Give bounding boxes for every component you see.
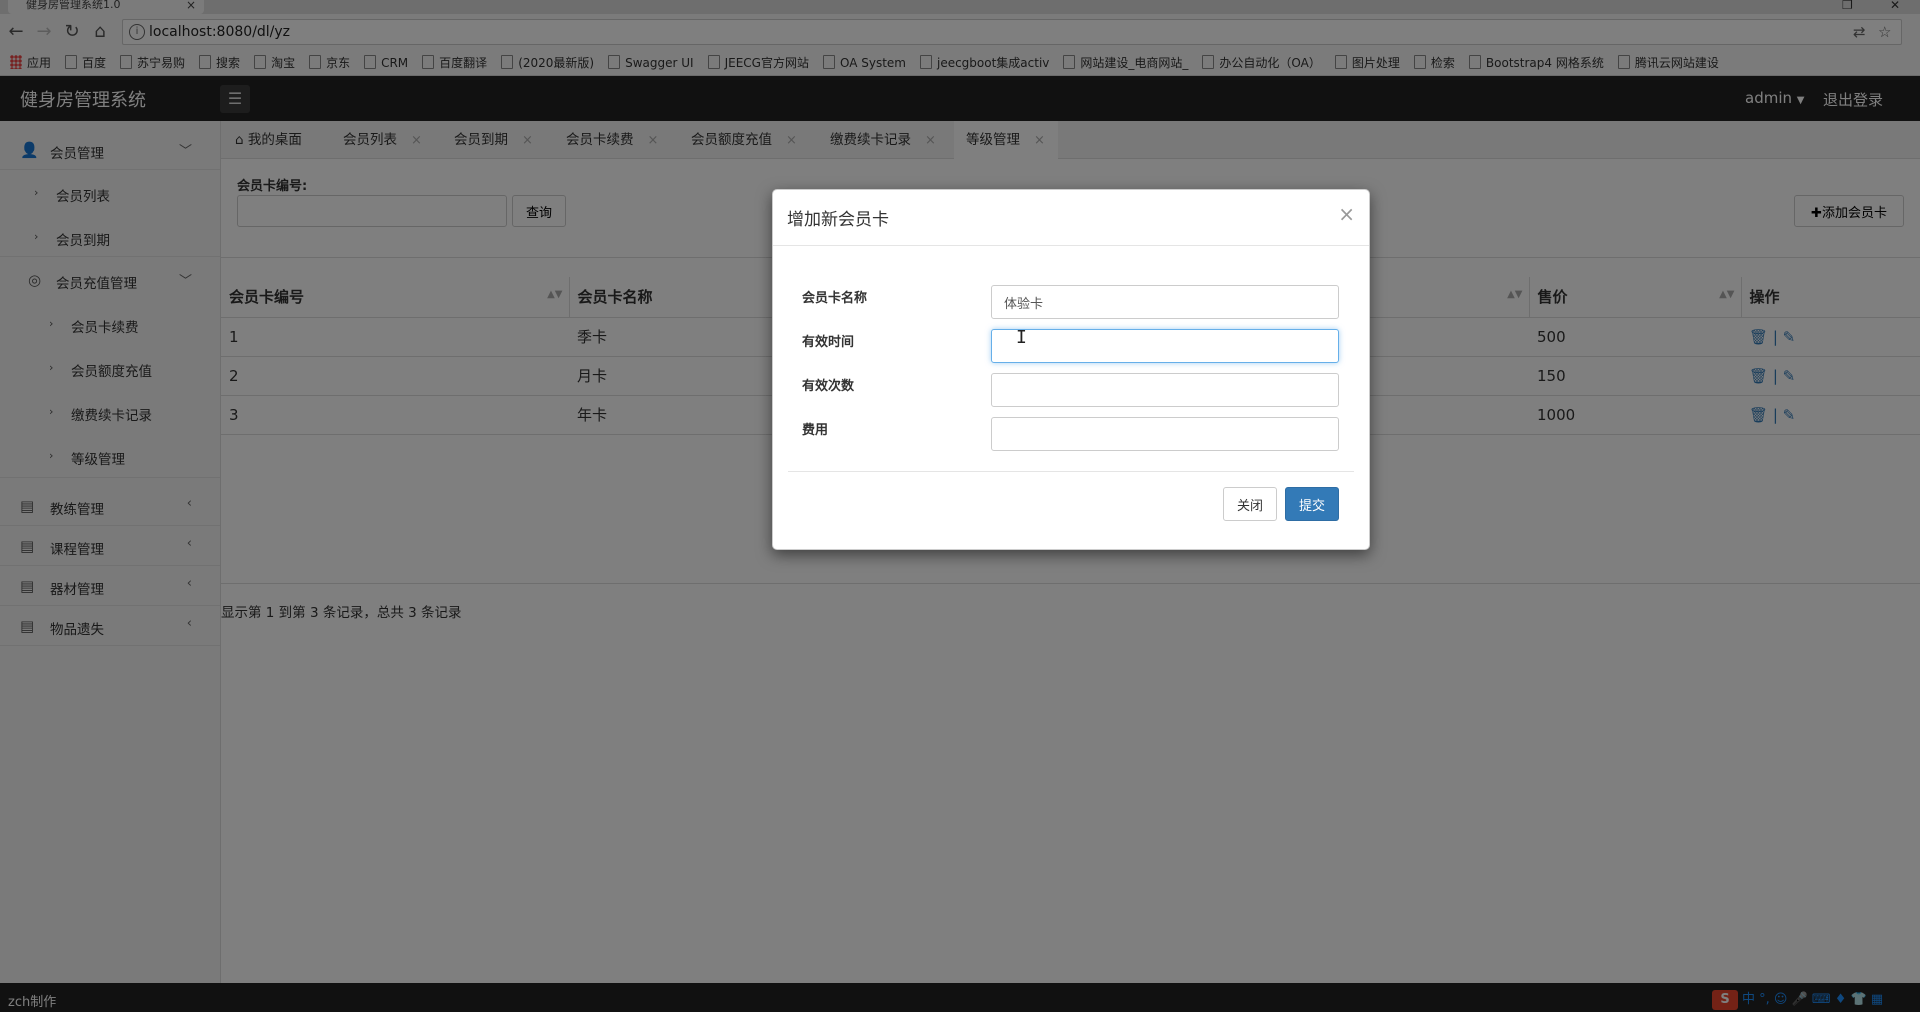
modal-title: 增加新会员卡: [787, 210, 889, 230]
valid-count-input[interactable]: [991, 373, 1339, 407]
divider: [773, 245, 1369, 246]
valid-time-input[interactable]: [991, 329, 1339, 363]
text-cursor-icon: I: [1016, 327, 1027, 348]
close-button[interactable]: 关闭: [1223, 487, 1277, 521]
fee-input[interactable]: [991, 417, 1339, 451]
close-icon[interactable]: ×: [1338, 202, 1355, 226]
fee-label: 费用: [802, 423, 829, 438]
divider: [788, 471, 1354, 472]
submit-button[interactable]: 提交: [1285, 487, 1339, 521]
card-name-input[interactable]: [991, 285, 1339, 319]
add-card-modal: 增加新会员卡 × 会员卡名称 有效时间 有效次数 费用 I 关闭 提交: [772, 189, 1370, 550]
valid-count-label: 有效次数: [802, 379, 855, 394]
card-name-label: 会员卡名称: [802, 291, 868, 306]
valid-time-label: 有效时间: [802, 335, 855, 350]
